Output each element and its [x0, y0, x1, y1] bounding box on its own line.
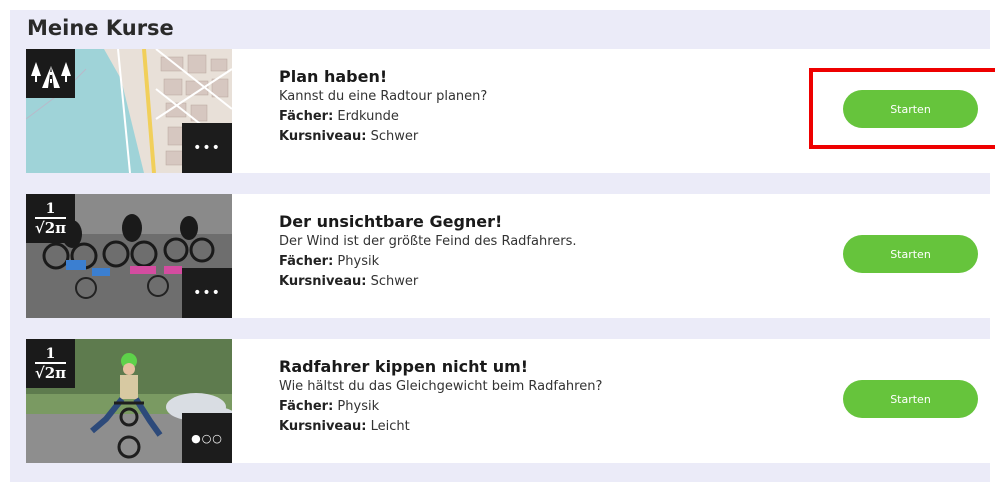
course-description: Wie hältst du das Gleichgewicht beim Rad… [279, 379, 603, 394]
course-info: Radfahrer kippen nicht um! Wie hältst du… [279, 357, 602, 437]
course-thumbnail[interactable]: 1 √2π ••• [26, 194, 232, 318]
more-options-icon[interactable]: ••• [182, 123, 232, 173]
math-formula-icon: 1 √2π [26, 339, 75, 388]
start-button[interactable]: Starten [843, 380, 978, 418]
forest-road-icon [26, 49, 75, 98]
course-card: 1 √2π ●○○ Radfahrer kippen nicht um! Wie… [26, 339, 990, 463]
course-level: Kursniveau: Schwer [279, 129, 419, 144]
more-options-icon[interactable]: ••• [182, 268, 232, 318]
course-subject: Fächer: Physik [279, 399, 380, 414]
course-info: Plan haben! Kannst du eine Radtour plane… [279, 67, 487, 147]
course-level: Kursniveau: Leicht [279, 419, 410, 434]
start-button[interactable]: Starten [843, 235, 978, 273]
course-subject: Fächer: Physik [279, 254, 380, 269]
course-thumbnail[interactable]: 1 √2π ●○○ [26, 339, 232, 463]
course-title: Der unsichtbare Gegner! [279, 212, 503, 231]
course-description: Kannst du eine Radtour planen? [279, 89, 488, 104]
course-title: Plan haben! [279, 67, 388, 86]
highlight-box [809, 68, 995, 149]
course-thumbnail[interactable]: ••• [26, 49, 232, 173]
math-formula-icon: 1 √2π [26, 194, 75, 243]
course-info: Der unsichtbare Gegner! Der Wind ist der… [279, 212, 577, 292]
carousel-dots-icon[interactable]: ●○○ [182, 413, 232, 463]
page-title: Meine Kurse [27, 16, 174, 40]
course-description: Der Wind ist der größte Feind des Radfah… [279, 234, 577, 249]
course-title: Radfahrer kippen nicht um! [279, 357, 529, 376]
course-subject: Fächer: Erdkunde [279, 109, 399, 124]
course-level: Kursniveau: Schwer [279, 274, 419, 289]
course-card: 1 √2π ••• Der unsichtbare Gegner! Der Wi… [26, 194, 990, 318]
